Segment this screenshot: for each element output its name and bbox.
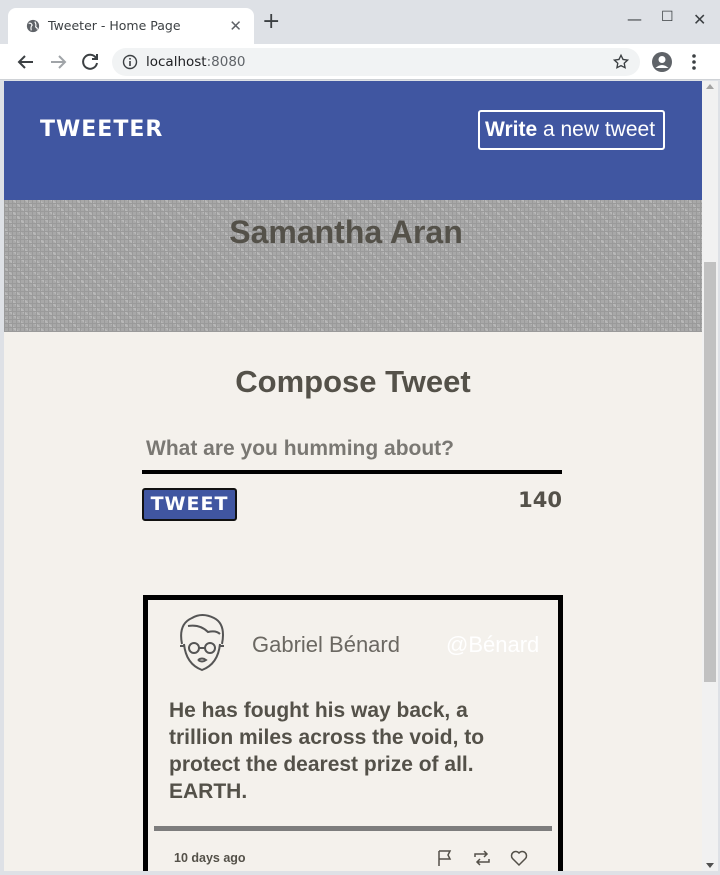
address-bar[interactable]: localhost:8080 [112,48,640,76]
profile-name: Samantha Aran [229,214,463,250]
globe-icon [26,19,40,33]
page-viewport: TWEETER Write a new tweet Samantha Aran … [4,81,702,871]
profile-banner: Samantha Aran [4,200,702,332]
tweet-submit-button[interactable]: TWEET [142,488,237,521]
write-label-rest: a new tweet [537,118,656,141]
window-bottom-border [0,871,720,875]
tweet-text: He has fought his way back, a trillion m… [169,699,485,803]
retweet-icon[interactable] [472,848,492,868]
scroll-down-icon[interactable] [706,863,714,868]
tweet-author-name: Gabriel Bénard [252,632,400,657]
star-icon[interactable] [612,53,630,71]
close-icon[interactable]: ✕ [229,17,242,35]
profile-icon[interactable] [650,50,674,74]
char-counter: 140 [518,488,562,512]
window-close-icon[interactable]: ✕ [693,10,706,29]
tweet-textarea[interactable]: What are you humming about? [142,433,562,474]
tweet-placeholder: What are you humming about? [146,437,454,460]
kebab-menu-icon[interactable] [686,50,702,74]
minimize-icon[interactable]: — [627,10,642,28]
heart-icon[interactable] [509,848,529,868]
write-tweet-button[interactable]: Write a new tweet [478,110,665,150]
maximize-icon[interactable]: ☐ [661,9,674,25]
tweet-divider [154,826,552,831]
reload-icon[interactable] [78,50,102,74]
browser-toolbar: localhost:8080 [0,44,720,80]
info-icon[interactable] [122,54,138,70]
site-header: TWEETER Write a new tweet [4,81,702,200]
write-label-bold: Write [485,118,538,141]
scrollbar-thumb[interactable] [704,262,716,682]
forward-arrow-icon[interactable] [46,50,70,74]
back-arrow-icon[interactable] [14,50,38,74]
avatar [180,614,224,672]
page-scrollbar[interactable] [702,81,718,871]
browser-tab[interactable]: Tweeter - Home Page ✕ [8,8,254,44]
tab-title: Tweeter - Home Page [48,18,181,33]
tweet-timestamp: 10 days ago [174,851,246,865]
tweet-author-handle: @Bénard [446,632,540,657]
tab-strip: Tweeter - Home Page ✕ + — ☐ ✕ [0,0,720,44]
site-logo[interactable]: TWEETER [40,117,163,142]
scroll-up-icon[interactable] [706,84,714,89]
url-port: :8080 [206,54,246,70]
plus-icon[interactable]: + [262,11,280,33]
flag-icon[interactable] [435,848,455,868]
url-text[interactable]: localhost:8080 [146,54,246,70]
compose-title: Compose Tweet [235,364,471,399]
url-host: localhost [146,54,207,70]
tweet-card: Gabriel Bénard @Bénard He has fought his… [143,595,563,871]
